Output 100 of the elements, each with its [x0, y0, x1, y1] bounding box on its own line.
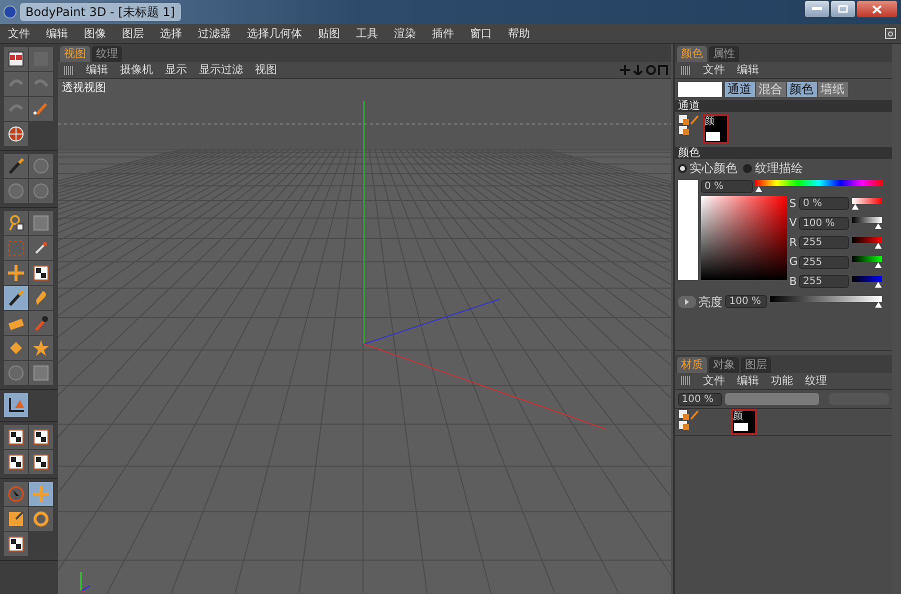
mode-button[interactable]: 通道 [724, 82, 754, 97]
menu-item[interactable]: 文件 [0, 24, 38, 44]
menu-item[interactable]: 工具 [348, 24, 386, 44]
close-button[interactable] [856, 0, 898, 18]
zoom-slider[interactable] [724, 393, 818, 405]
menu-item[interactable]: 渲染 [386, 24, 424, 44]
move-icon [620, 65, 630, 75]
menu-item[interactable]: 纹理 [799, 372, 833, 389]
tool-button[interactable] [4, 154, 28, 178]
menu-item[interactable]: 图层 [114, 24, 152, 44]
color-slider[interactable] [852, 217, 882, 230]
slider-label: S [789, 196, 796, 212]
radio-button[interactable] [678, 164, 687, 172]
color-slider[interactable] [852, 256, 882, 268]
slider-label: R [789, 234, 796, 250]
mode-button[interactable]: 混合 [756, 82, 786, 97]
brightness-slider[interactable] [770, 296, 882, 308]
menu-item[interactable]: 文件 [697, 372, 731, 389]
color-slider[interactable] [852, 236, 882, 249]
radio-button[interactable] [743, 164, 752, 172]
section-header: 颜色 [675, 147, 892, 159]
value-field[interactable]: 100 % [799, 216, 849, 230]
tool-button[interactable] [4, 211, 28, 235]
grip-handle[interactable] [681, 66, 691, 74]
maximize-button[interactable] [830, 0, 856, 18]
tab[interactable]: 纹理 [92, 46, 122, 62]
slider-thumb[interactable] [874, 242, 882, 249]
tool-button[interactable] [29, 425, 53, 449]
grip-handle[interactable] [681, 376, 691, 386]
tool-button[interactable] [4, 425, 28, 449]
brightness-field[interactable]: 100 % [725, 295, 768, 308]
menu-item[interactable]: 显示过滤 [193, 62, 249, 78]
menu-item[interactable]: 贴图 [310, 24, 348, 44]
grip-handle[interactable] [64, 66, 74, 74]
color-slider[interactable] [852, 276, 882, 288]
tool-button[interactable] [4, 450, 28, 474]
slider-thumb[interactable] [874, 223, 882, 230]
value-field[interactable]: 255 [799, 256, 849, 269]
menu-item[interactable]: 编辑 [80, 62, 114, 78]
slider-label: V [789, 215, 796, 231]
slider-thumb[interactable] [874, 282, 882, 288]
checker-icon [31, 427, 51, 447]
disc-icon [31, 156, 51, 176]
layout-icon [884, 28, 896, 39]
section-header: 通道 [675, 100, 892, 112]
tool-button[interactable] [4, 286, 28, 310]
checker-icon [31, 263, 51, 283]
menu-item[interactable]: 编辑 [731, 372, 765, 389]
value-field[interactable]: 0 % [799, 197, 849, 210]
slider-thumb[interactable] [875, 302, 882, 308]
star-icon [31, 338, 51, 358]
value-field[interactable]: 255 [799, 236, 849, 250]
zoom-field[interactable]: 100 % [678, 392, 722, 406]
menu-item[interactable]: 过滤器 [190, 24, 239, 44]
tool-button[interactable] [4, 47, 28, 71]
slider-label: G [789, 254, 796, 270]
menu-item[interactable]: 编辑 [38, 24, 76, 44]
menu-item[interactable]: 视图 [249, 62, 283, 78]
minimize-button[interactable] [804, 0, 830, 18]
brightness-label: 亮度 [698, 294, 722, 311]
slider-thumb[interactable] [852, 204, 859, 210]
slider-thumb[interactable] [874, 262, 882, 268]
slider-label: B [789, 274, 796, 290]
menu-item[interactable]: 显示 [159, 62, 193, 78]
mode-button[interactable]: 颜色 [786, 82, 816, 97]
scale-icon [6, 509, 26, 529]
menu-item[interactable]: 摄像机 [114, 62, 159, 78]
material-swatch[interactable]: 颜 [730, 409, 757, 436]
disc-icon [31, 181, 51, 201]
tool-button[interactable] [4, 122, 28, 146]
tab[interactable]: 对象 [709, 356, 739, 373]
tool-button[interactable] [29, 261, 53, 285]
color-field[interactable] [700, 196, 786, 280]
menu-item[interactable]: 插件 [424, 24, 462, 44]
menu-item[interactable]: 编辑 [731, 62, 765, 78]
brush-icon [6, 288, 26, 308]
move-arrows-icon [6, 263, 26, 283]
tab[interactable]: 图层 [741, 356, 771, 373]
hue-field[interactable]: 0 % [700, 180, 752, 193]
view-label: 透视视图 [62, 80, 106, 96]
slider-thumb[interactable] [755, 186, 762, 192]
tab[interactable]: 属性 [709, 46, 739, 62]
arrow-icon [632, 65, 643, 75]
menu-item[interactable]: 文件 [697, 62, 731, 78]
menu-item[interactable]: 选择几何体 [239, 24, 310, 44]
color-dropdown[interactable] [678, 82, 722, 97]
radio-label: 实心颜色 [690, 160, 738, 177]
minimize-icon [812, 7, 822, 11]
value-field[interactable]: 255 [799, 275, 849, 288]
menu-item[interactable]: 图像 [76, 24, 114, 44]
menu-item[interactable]: 帮助 [500, 24, 538, 44]
menu-item[interactable]: 窗口 [462, 24, 500, 44]
tool-button[interactable] [4, 393, 28, 417]
checker-icon [6, 427, 26, 447]
window-title: BodyPaint 3D - [未标题 1] [20, 3, 181, 21]
menu-item[interactable]: 功能 [765, 372, 799, 389]
mode-button[interactable]: 墙纸 [818, 82, 848, 97]
menu-item[interactable]: 选择 [152, 24, 190, 44]
tool-button[interactable] [29, 450, 53, 474]
tool-button[interactable] [4, 532, 28, 556]
